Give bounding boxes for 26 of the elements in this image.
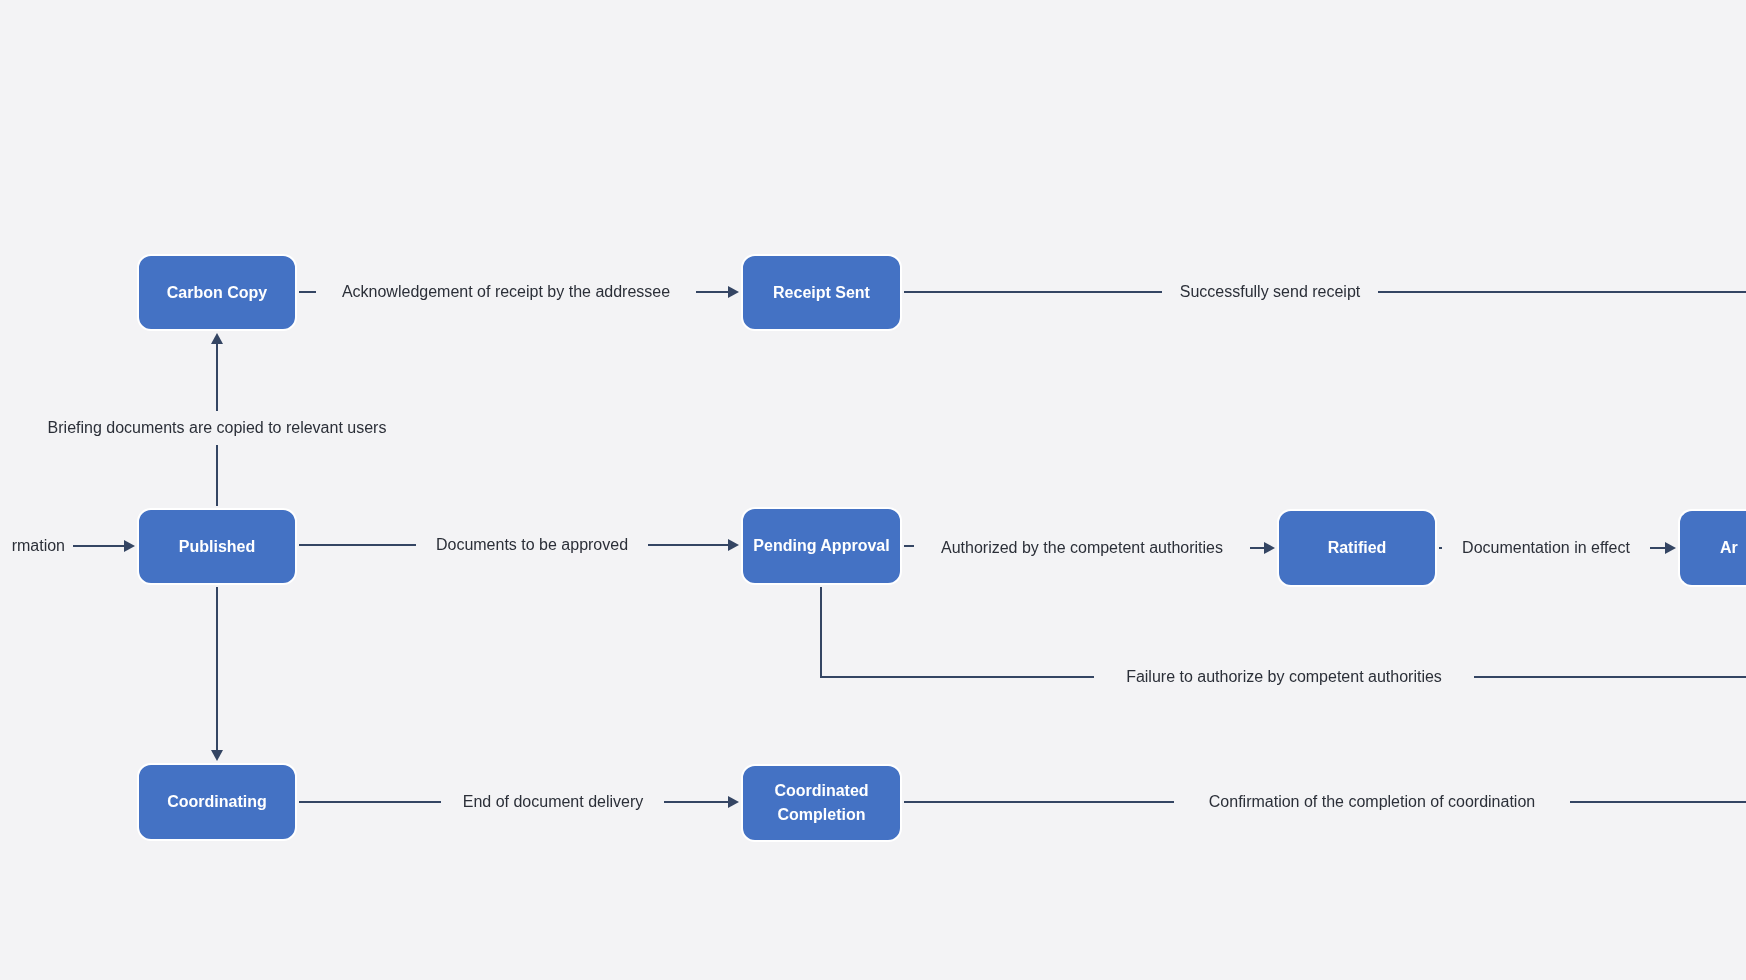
connector-arrow: [72, 540, 135, 552]
state-node: Ratified: [1277, 509, 1437, 587]
connector-line: [216, 444, 218, 507]
edge-label: Failure to authorize by competent authorities: [1126, 667, 1442, 687]
connector-line: [298, 291, 317, 293]
state-node: Carbon Copy: [137, 254, 297, 331]
state-node: Ar: [1678, 509, 1746, 587]
connector-arrow: [695, 286, 739, 298]
connector-line: [1438, 547, 1443, 549]
edge-label: rmation: [11, 536, 65, 556]
edge-label: Authorized by the competent authorities: [941, 538, 1223, 558]
connector-arrow: [1249, 542, 1275, 554]
state-node: Published: [137, 508, 297, 585]
edge-label: Successfully send receipt: [1179, 282, 1361, 302]
state-node: Coordinated Completion: [741, 764, 902, 842]
edge-label: End of document delivery: [462, 792, 644, 812]
edge-label: Briefing documents are copied to relevant users: [47, 418, 387, 438]
connector-line: [903, 545, 915, 547]
edge-label: Documents to be approved: [435, 535, 629, 555]
state-node: Pending Approval: [741, 507, 902, 585]
edge-label: Confirmation of the completion of coordination: [1208, 792, 1536, 812]
edge-label: Acknowledgement of receipt by the addressee: [341, 282, 671, 302]
state-node: Coordinating: [137, 763, 297, 841]
connector-arrow: [1649, 542, 1676, 554]
state-node: Receipt Sent: [741, 254, 902, 331]
edge-label: Documentation in effect: [1462, 538, 1630, 558]
